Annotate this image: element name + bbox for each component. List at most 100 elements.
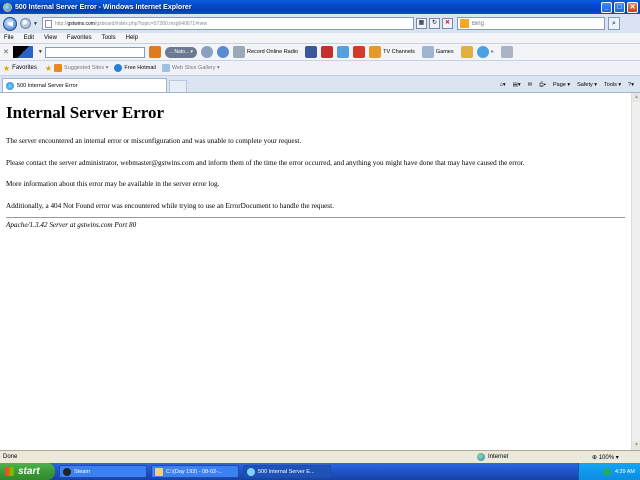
feeds-icon[interactable]: ▤▾ <box>513 82 521 88</box>
tab-ie-icon <box>6 81 14 90</box>
games-icon <box>421 46 434 58</box>
status-text: Done <box>3 454 18 460</box>
zoom-control[interactable]: ⊕ 100% ▾ <box>592 454 619 461</box>
footer-divider <box>6 217 625 218</box>
home-icon[interactable]: ⌂▾ <box>500 82 506 88</box>
server-signature: Apache/1.3.42 Server at gstwins.com Port… <box>6 221 137 229</box>
history-dropdown-icon[interactable]: ▼ <box>33 21 38 27</box>
weather-icon[interactable] <box>337 46 350 58</box>
web-slice-icon <box>161 64 170 72</box>
record-radio-link[interactable]: Record Online Radio <box>247 49 298 55</box>
error-paragraph-2: Please contact the server administrator,… <box>6 158 525 167</box>
chat-icon[interactable] <box>460 46 473 58</box>
menu-file[interactable]: File <box>4 35 14 41</box>
toolbar-dropdown-icon[interactable]: ▼ <box>38 49 43 55</box>
taskbar-item-ie[interactable]: 500 Internal Server E... <box>243 465 331 478</box>
toolbar-logo-icon <box>12 46 33 58</box>
menu-tools[interactable]: Tools <box>102 35 116 41</box>
mail-icon[interactable] <box>353 46 366 58</box>
taskbar-item-folder[interactable]: C:\(Day 193) - 08-02-... <box>151 465 239 478</box>
scroll-down-icon[interactable]: ▼ <box>632 441 640 450</box>
toolbar-player[interactable]: ... Nato... ▾ <box>164 46 198 58</box>
menu-favorites[interactable]: Favorites <box>67 35 92 41</box>
system-tray: 4:39 AM <box>578 463 640 480</box>
globe-icon[interactable] <box>217 46 230 58</box>
stop-icon[interactable]: ✕ <box>441 18 453 29</box>
suggested-sites-icon <box>54 64 63 72</box>
menu-view[interactable]: View <box>44 35 57 41</box>
safety-menu[interactable]: Safety ▾ <box>577 82 597 88</box>
wrench-icon[interactable] <box>500 46 513 58</box>
help-icon[interactable]: ?▾ <box>628 82 634 88</box>
menu-edit[interactable]: Edit <box>24 35 34 41</box>
add-favorites-icon[interactable]: ★ <box>45 64 52 73</box>
status-bar: Done Internet ⊕ 100% ▾ <box>0 450 640 463</box>
clock[interactable]: 4:39 AM <box>615 469 635 475</box>
window-titlebar[interactable]: 500 Internal Server Error - Windows Inte… <box>0 0 640 14</box>
back-button[interactable]: ◀ <box>3 16 17 31</box>
tab-row: 500 Internal Server Error ⌂▾ ▤▾ ✉ ⎙▾ Pag… <box>0 76 640 93</box>
messenger-icon[interactable] <box>476 46 489 58</box>
print-icon[interactable]: ⎙▾ <box>539 82 546 89</box>
minimize-button[interactable]: _ <box>601 1 612 13</box>
menu-help[interactable]: Help <box>126 35 138 41</box>
security-zone[interactable]: Internet <box>477 453 508 461</box>
error-paragraph-1: The server encountered an internal error… <box>6 137 302 145</box>
favorites-bar: ★ Favorites ★ Suggested Sites ▾ Free Hot… <box>0 61 640 76</box>
close-button[interactable]: ✕ <box>627 1 638 13</box>
games-link[interactable]: Games <box>436 49 454 55</box>
tools-menu[interactable]: Tools ▾ <box>604 82 621 88</box>
suggested-sites-link[interactable]: Suggested Sites ▾ <box>54 64 108 72</box>
vertical-scrollbar[interactable]: ▲ ▼ <box>631 93 640 450</box>
tab-active[interactable]: 500 Internal Server Error <box>2 78 167 92</box>
toolbar-close-icon[interactable]: ✕ <box>3 48 9 56</box>
tab-label: 500 Internal Server Error <box>17 82 78 89</box>
tv-channels-link[interactable]: TV Channels <box>383 49 415 55</box>
error-paragraph-3: More information about this error may be… <box>6 180 220 188</box>
steam-icon <box>63 467 71 476</box>
windows-flag-icon <box>5 467 14 476</box>
command-bar: ⌂▾ ▤▾ ✉ ⎙▾ Page ▾ Safety ▾ Tools ▾ ?▾ <box>493 78 640 92</box>
search-box[interactable] <box>456 17 605 30</box>
radio-icon <box>233 46 246 58</box>
toolbar-search-input[interactable] <box>44 46 145 58</box>
internet-zone-icon <box>477 453 485 461</box>
forward-button[interactable]: ▶ <box>20 18 31 29</box>
tv-icon <box>369 46 382 58</box>
error-paragraph-4: Additionally, a 404 Not Found error was … <box>6 201 334 210</box>
free-hotmail-link[interactable]: Free Hotmail <box>114 64 156 72</box>
favorites-star-icon[interactable]: ★ <box>3 64 10 73</box>
bing-logo-icon <box>459 19 469 28</box>
facebook-icon[interactable] <box>305 46 318 58</box>
new-tab-button[interactable] <box>169 80 187 92</box>
network-icon[interactable] <box>602 467 611 476</box>
toolbar-more-icon[interactable]: » <box>491 49 494 55</box>
search-icon[interactable]: ⌕ <box>607 17 620 30</box>
toolbar-search-icon[interactable] <box>148 46 161 58</box>
taskbar-item-steam[interactable]: Steam <box>59 465 147 478</box>
page-menu[interactable]: Page ▾ <box>553 82 570 88</box>
window-title: 500 Internal Server Error - Windows Inte… <box>15 3 192 11</box>
ie-taskbar-icon <box>247 467 255 476</box>
favorites-button[interactable]: Favorites <box>12 65 37 71</box>
ie-icon <box>3 2 12 12</box>
ie-page-icon <box>114 64 123 72</box>
addon-toolbar: ✕ ▼ ... Nato... ▾ Record Online Radio TV… <box>0 44 640 61</box>
error-heading: Internal Server Error <box>6 103 164 122</box>
taskbar: start Steam C:\(Day 193) - 08-02-... 500… <box>0 463 640 480</box>
page-content: Internal Server Error The server encount… <box>0 93 631 450</box>
page-icon <box>44 19 52 28</box>
web-slice-gallery-link[interactable]: Web Slice Gallery ▾ <box>161 64 220 72</box>
search-input[interactable] <box>471 20 592 27</box>
menu-bar: File Edit View Favorites Tools Help <box>0 33 640 44</box>
volume-icon[interactable] <box>201 46 214 58</box>
maximize-button[interactable]: □ <box>614 1 625 13</box>
refresh-icon[interactable]: ↻ <box>428 18 440 29</box>
address-url: http://gstwins.com/gsboard/index.php?top… <box>54 20 208 27</box>
start-button[interactable]: start <box>0 463 55 480</box>
compatibility-view-icon[interactable]: ▦ <box>415 18 427 29</box>
read-mail-icon[interactable]: ✉ <box>528 82 533 88</box>
scroll-up-icon[interactable]: ▲ <box>632 93 640 102</box>
youtube-icon[interactable] <box>321 46 334 58</box>
address-bar[interactable]: http://gstwins.com/gsboard/index.php?top… <box>41 17 414 30</box>
